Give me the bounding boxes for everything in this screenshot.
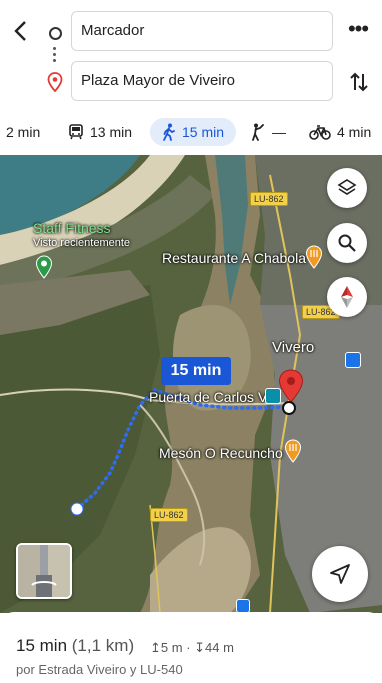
rideshare-icon bbox=[252, 123, 264, 141]
route-via: por Estrada Viveiro y LU-540 bbox=[16, 662, 183, 677]
directions-header: Marcador Plaza Mayor de Viveiro ••• bbox=[0, 0, 382, 112]
layers-icon bbox=[337, 179, 357, 195]
destination-pin-icon bbox=[47, 72, 63, 93]
elevation-down: 44 m bbox=[205, 640, 234, 655]
route-eta-badge[interactable]: 15 min bbox=[161, 357, 231, 385]
mode-transit-label: 13 min bbox=[90, 124, 133, 140]
compass-button[interactable] bbox=[327, 277, 367, 317]
place-label-meson[interactable]: Mesón O Recuncho bbox=[159, 445, 283, 461]
navigation-arrow-icon bbox=[330, 564, 350, 584]
town-label-vivero: Vivero bbox=[272, 339, 315, 356]
mode-car[interactable]: 2 min bbox=[6, 118, 40, 146]
route-distance: (1,1 km) bbox=[71, 636, 135, 655]
street-view-thumbnail[interactable] bbox=[16, 543, 72, 599]
elevation-up: 5 m bbox=[160, 640, 183, 655]
route-start-marker bbox=[70, 502, 84, 516]
destination-input[interactable]: Plaza Mayor de Viveiro bbox=[71, 61, 333, 101]
place-label-restaurante[interactable]: Restaurante A Chabola bbox=[162, 250, 306, 266]
search-icon bbox=[338, 234, 356, 252]
route-duration: 15 min bbox=[16, 636, 68, 655]
place-label-staff-fitness[interactable]: Staff Fitness bbox=[33, 220, 111, 236]
mode-rideshare-label: — bbox=[272, 124, 286, 140]
bus-stop-icon-2[interactable] bbox=[236, 599, 250, 613]
bike-icon bbox=[309, 125, 331, 140]
mode-walk-label: 15 min bbox=[182, 124, 225, 140]
bus-stop-icon[interactable] bbox=[345, 352, 361, 368]
origin-input[interactable]: Marcador bbox=[71, 11, 333, 51]
elevation-up-icon: ↥ bbox=[150, 640, 161, 655]
layers-button[interactable] bbox=[327, 168, 367, 208]
mode-walk[interactable]: 15 min bbox=[150, 118, 237, 146]
origin-dot-icon bbox=[49, 27, 62, 40]
restaurant-pin-icon[interactable] bbox=[305, 245, 323, 274]
mode-bike-label: 4 min bbox=[337, 124, 372, 140]
route-dots-icon bbox=[53, 47, 56, 63]
walk-icon bbox=[163, 123, 175, 141]
back-arrow-icon[interactable] bbox=[10, 18, 32, 44]
elevation-summary: ↥5 m · ↧44 m bbox=[150, 640, 234, 655]
place-sublabel-visto: Visto recientemente bbox=[33, 237, 131, 249]
mode-transit[interactable]: 13 min bbox=[68, 118, 132, 146]
mode-rideshare[interactable]: — bbox=[250, 118, 286, 146]
route-summary-sheet[interactable]: 15 min (1,1 km) ↥5 m · ↧44 m por Estrada… bbox=[0, 612, 382, 683]
road-badge-bottom: LU-862 bbox=[150, 508, 188, 522]
route-end-marker bbox=[282, 401, 296, 415]
elevation-down-icon: ↧ bbox=[194, 640, 206, 655]
swap-icon[interactable] bbox=[348, 70, 370, 94]
compass-icon bbox=[341, 286, 353, 308]
gym-pin-icon[interactable] bbox=[35, 255, 53, 284]
mode-bike[interactable]: 4 min bbox=[309, 118, 371, 146]
transit-icon bbox=[69, 124, 83, 140]
road-badge-top: LU-862 bbox=[250, 192, 288, 206]
restaurant-pin-icon-2[interactable] bbox=[284, 439, 302, 468]
search-along-route-button[interactable] bbox=[327, 223, 367, 263]
route-time: 15 min (1,1 km) bbox=[16, 636, 134, 656]
mode-car-label: 2 min bbox=[6, 124, 41, 140]
place-label-puerta[interactable]: Puerta de Carlos V bbox=[149, 389, 267, 405]
travel-mode-bar: 2 min 13 min 15 min — 4 min bbox=[0, 112, 382, 152]
more-options-icon[interactable]: ••• bbox=[345, 18, 371, 40]
start-navigation-button[interactable] bbox=[312, 546, 368, 602]
